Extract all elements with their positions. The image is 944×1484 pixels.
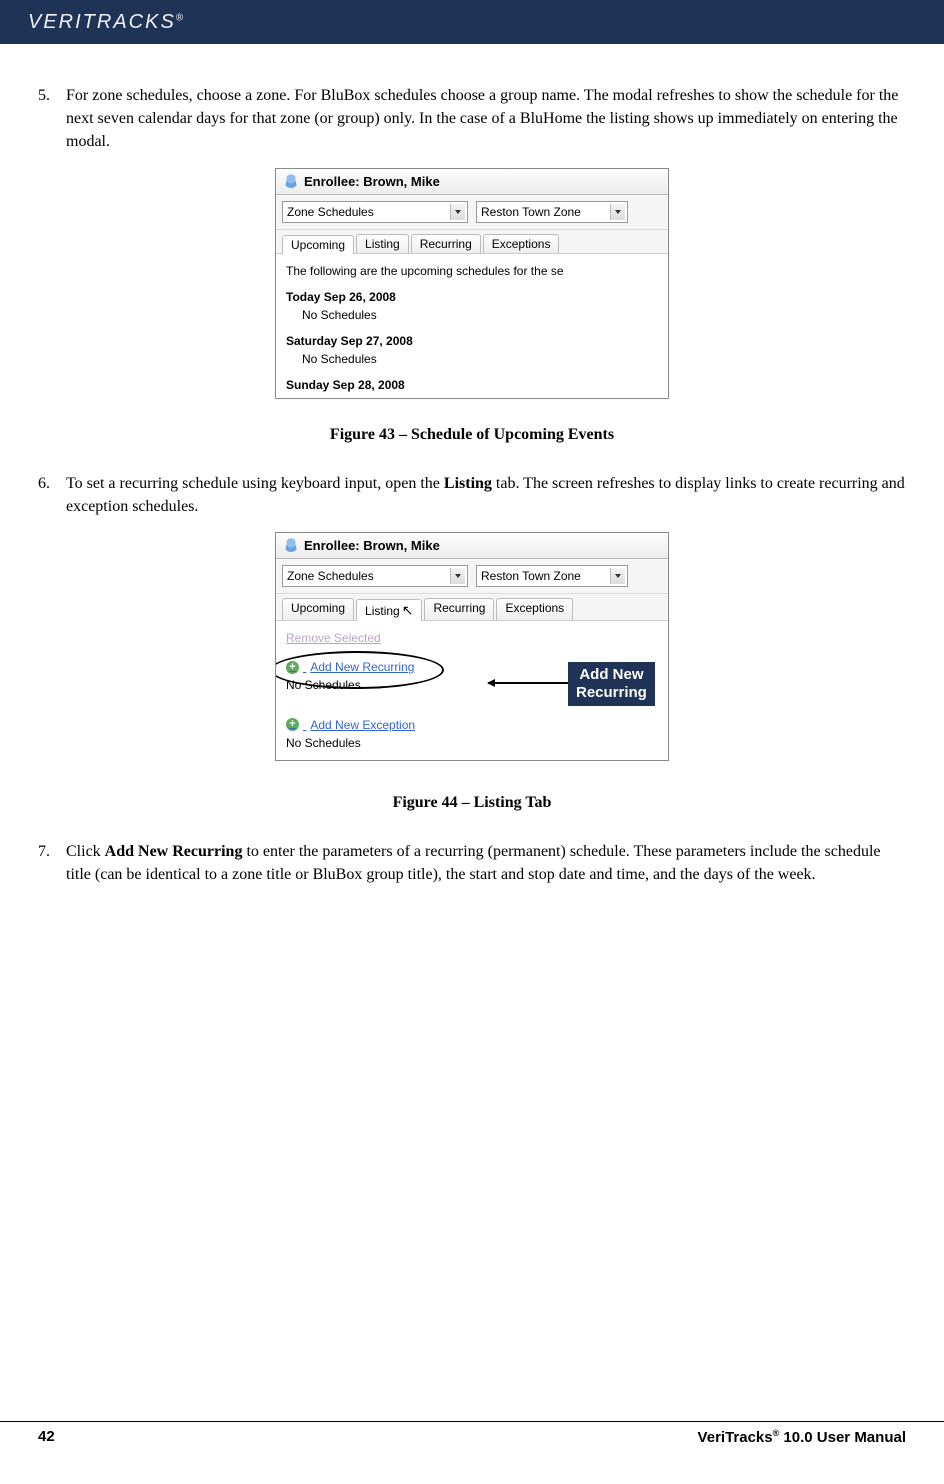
header-bar: VERITRACKS® (0, 0, 944, 44)
schedule-type-select-2[interactable]: Zone Schedules (282, 565, 468, 587)
tab-recurring[interactable]: Recurring (411, 234, 481, 253)
tabs-row-2: Upcoming Listing↖ Recurring Exceptions (276, 594, 668, 621)
page-footer: 42 VeriTracks® 10.0 User Manual (0, 1421, 944, 1446)
day2-heading: Saturday Sep 27, 2008 (286, 332, 658, 350)
step-7-text-a: Click (66, 843, 105, 860)
modal-title-bar: Enrollee: Brown, Mike (276, 169, 668, 195)
plus-icon: + (286, 718, 299, 731)
schedule-type-select[interactable]: Zone Schedules (282, 201, 468, 223)
person-icon (284, 538, 298, 552)
step-7-bold: Add New Recurring (105, 843, 243, 860)
select-row: Zone Schedules Reston Town Zone (276, 195, 668, 230)
step-7-number: 7. (38, 840, 66, 886)
intro-text: The following are the upcoming schedules… (286, 262, 658, 280)
brand-reg: ® (176, 12, 185, 23)
figure-43-caption: Figure 43 – Schedule of Upcoming Events (38, 426, 906, 444)
step-5: 5. For zone schedules, choose a zone. Fo… (38, 84, 906, 154)
tab-upcoming-2[interactable]: Upcoming (282, 598, 354, 620)
modal-upcoming: Enrollee: Brown, Mike Zone Schedules Res… (275, 168, 669, 399)
add-exception-text: Add New Exception (310, 716, 415, 734)
tabs-row: Upcoming Listing Recurring Exceptions (276, 230, 668, 254)
tab-listing-2[interactable]: Listing↖ (356, 599, 422, 621)
page-number: 42 (38, 1428, 55, 1446)
footer-product-name: VeriTracks (698, 1429, 773, 1446)
step-5-text: For zone schedules, choose a zone. For B… (66, 84, 906, 154)
day3-heading: Sunday Sep 28, 2008 (286, 376, 658, 394)
footer-product: VeriTracks® 10.0 User Manual (698, 1428, 906, 1446)
brand-text: VERITRACKS (28, 11, 176, 33)
tab-upcoming[interactable]: Upcoming (282, 235, 354, 254)
day1-heading: Today Sep 26, 2008 (286, 288, 658, 306)
step-6-bold: Listing (444, 475, 492, 492)
modal-listing: Enrollee: Brown, Mike Zone Schedules Res… (275, 532, 669, 761)
figure-43: Enrollee: Brown, Mike Zone Schedules Res… (38, 168, 906, 444)
zone-select-2[interactable]: Reston Town Zone (476, 565, 628, 587)
tab-exceptions[interactable]: Exceptions (483, 234, 560, 253)
enrollee-label-2: Enrollee: Brown, Mike (304, 538, 440, 553)
modal-title-bar-2: Enrollee: Brown, Mike (276, 533, 668, 559)
step-6-number: 6. (38, 472, 66, 518)
step-7: 7. Click Add New Recurring to enter the … (38, 840, 906, 886)
tab-listing[interactable]: Listing (356, 234, 409, 253)
annotation-circle (275, 651, 444, 689)
remove-selected-link[interactable]: Remove Selected (286, 629, 658, 647)
tab-recurring-2[interactable]: Recurring (424, 598, 494, 620)
figure-44: Enrollee: Brown, Mike Zone Schedules Res… (38, 532, 906, 812)
enrollee-label: Enrollee: Brown, Mike (304, 174, 440, 189)
person-icon (284, 174, 298, 188)
step-6: 6. To set a recurring schedule using key… (38, 472, 906, 518)
step-6-text: To set a recurring schedule using keyboa… (66, 472, 906, 518)
step-5-number: 5. (38, 84, 66, 154)
modal-body: The following are the upcoming schedules… (276, 254, 668, 398)
step-6-text-a: To set a recurring schedule using keyboa… (66, 475, 444, 492)
footer-product-suffix: 10.0 User Manual (779, 1429, 906, 1446)
callout-box: Add New Recurring (568, 662, 655, 706)
select-row-2: Zone Schedules Reston Town Zone (276, 559, 668, 594)
brand-logo: VERITRACKS® (28, 11, 185, 34)
no-schedules-2: No Schedules (286, 734, 658, 752)
callout-line-1: Add New (576, 666, 647, 684)
figure-44-caption: Figure 44 – Listing Tab (38, 794, 906, 812)
callout-line-2: Recurring (576, 684, 647, 702)
callout-arrow (488, 682, 568, 684)
tab-listing-label: Listing (365, 604, 400, 618)
cursor-icon: ↖ (402, 602, 414, 618)
zone-select[interactable]: Reston Town Zone (476, 201, 628, 223)
day1-text: No Schedules (302, 306, 658, 324)
add-new-exception-link[interactable]: + Add New Exception (286, 714, 658, 734)
tab-exceptions-2[interactable]: Exceptions (496, 598, 573, 620)
day2-text: No Schedules (302, 350, 658, 368)
page-content: 5. For zone schedules, choose a zone. Fo… (0, 44, 944, 1454)
step-7-text: Click Add New Recurring to enter the par… (66, 840, 906, 886)
